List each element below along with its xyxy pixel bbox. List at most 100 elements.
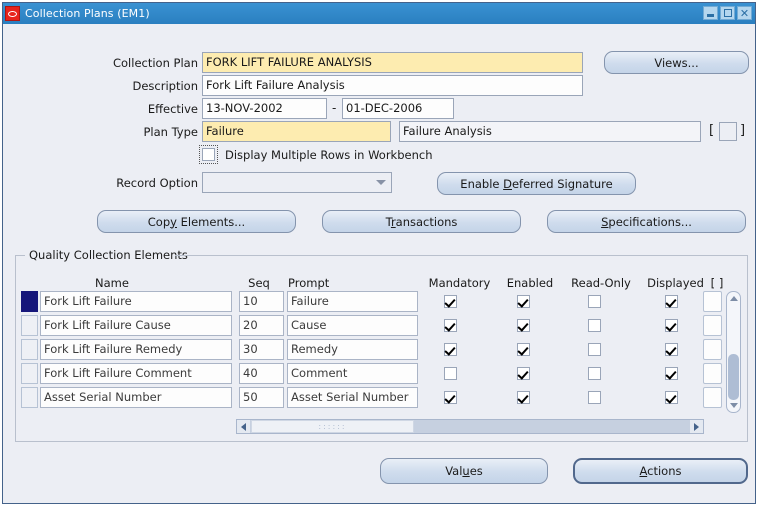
window-client-area: Collection Plan FORK LIFT FAILURE ANALYS…: [3, 24, 755, 503]
horizontal-scrollbar-thumb[interactable]: ::::::: [251, 420, 414, 433]
scroll-right-icon[interactable]: [690, 420, 703, 433]
cell-checkbox-mandatory[interactable]: [444, 343, 457, 356]
plan-type-bracket-close: ]: [740, 123, 746, 138]
cell-prompt[interactable]: Failure: [287, 291, 418, 312]
cell-extra-flex-field[interactable]: [703, 291, 722, 312]
cell-name[interactable]: Asset Serial Number: [40, 387, 232, 408]
actions-button[interactable]: Actions: [573, 458, 748, 484]
cell-name[interactable]: Fork Lift Failure Remedy: [40, 339, 232, 360]
scroll-down-icon[interactable]: [727, 399, 740, 412]
cell-extra-flex-field[interactable]: [703, 363, 722, 384]
scroll-left-icon[interactable]: [237, 420, 250, 433]
cell-checkbox-enabled[interactable]: [517, 367, 530, 380]
cell-seq[interactable]: 20: [239, 315, 284, 336]
cell-checkbox-displayed[interactable]: [665, 343, 678, 356]
row-selector[interactable]: [21, 387, 38, 408]
cell-extra-flex-field[interactable]: [703, 315, 722, 336]
cell-extra-flex-field[interactable]: [703, 387, 722, 408]
specifications-label: Specifications...: [601, 214, 692, 229]
scroll-up-icon[interactable]: [727, 292, 740, 305]
vertical-scrollbar-thumb[interactable]: [728, 354, 739, 400]
collection-plan-label: Collection Plan: [112, 56, 198, 70]
cell-name[interactable]: Fork Lift Failure Cause: [40, 315, 232, 336]
cell-prompt[interactable]: Cause: [287, 315, 418, 336]
cell-prompt[interactable]: Remedy: [287, 339, 418, 360]
column-header-seq: Seq: [248, 276, 270, 290]
cell-seq[interactable]: 50: [239, 387, 284, 408]
effective-to-input[interactable]: 01-DEC-2006: [342, 98, 454, 119]
cell-checkbox-read-only[interactable]: [588, 319, 601, 332]
values-label: Values: [445, 464, 483, 478]
cell-checkbox-enabled[interactable]: [517, 295, 530, 308]
effective-label: Effective: [147, 102, 198, 116]
copy-elements-button[interactable]: Copy Elements...: [97, 210, 296, 233]
transactions-label: Transactions: [385, 214, 458, 229]
collection-plans-window: Collection Plans (EM1) ✕ Collection Plan…: [2, 2, 756, 504]
cell-checkbox-mandatory[interactable]: [444, 319, 457, 332]
window-title: Collection Plans (EM1): [25, 7, 150, 20]
plan-type-label: Plan Type: [143, 125, 198, 139]
cell-seq[interactable]: 40: [239, 363, 284, 384]
enable-deferred-signature-button[interactable]: Enable Deferred Signature: [437, 172, 636, 195]
plan-type-code-input[interactable]: Failure: [202, 121, 391, 142]
column-header-name: Name: [95, 276, 129, 290]
row-selector[interactable]: [21, 291, 38, 312]
cell-prompt[interactable]: Asset Serial Number: [287, 387, 418, 408]
cell-checkbox-displayed[interactable]: [665, 295, 678, 308]
row-selector[interactable]: [21, 315, 38, 336]
record-option-label: Record Option: [116, 176, 198, 190]
cell-checkbox-mandatory[interactable]: [444, 391, 457, 404]
column-header-prompt: Prompt: [288, 276, 330, 290]
cell-checkbox-read-only[interactable]: [588, 295, 601, 308]
plan-type-description-field: Failure Analysis: [399, 121, 701, 142]
window-controls: ✕: [703, 6, 752, 20]
plan-type-lov-button[interactable]: [719, 122, 737, 141]
transactions-button[interactable]: Transactions: [322, 210, 521, 233]
minimize-button[interactable]: [703, 6, 718, 20]
table-vertical-scrollbar[interactable]: [726, 291, 741, 413]
title-bar: Collection Plans (EM1) ✕: [3, 3, 755, 24]
column-header-displayed: Displayed: [647, 276, 704, 290]
scrollbar-grip-icon: ::::::: [318, 422, 347, 431]
column-header-enabled: Enabled: [506, 276, 554, 290]
cell-checkbox-enabled[interactable]: [517, 319, 530, 332]
specifications-button[interactable]: Specifications...: [547, 210, 746, 233]
oracle-logo-icon: [5, 6, 20, 21]
cell-checkbox-enabled[interactable]: [517, 391, 530, 404]
cell-seq[interactable]: 30: [239, 339, 284, 360]
cell-checkbox-read-only[interactable]: [588, 391, 601, 404]
column-header-mandatory: Mandatory: [428, 276, 491, 290]
enable-deferred-signature-label: Enable Deferred Signature: [460, 176, 613, 191]
cell-checkbox-read-only[interactable]: [588, 367, 601, 380]
views-button[interactable]: Views...: [604, 51, 749, 74]
description-label: Description: [132, 79, 199, 93]
cell-seq[interactable]: 10: [239, 291, 284, 312]
column-header-extra: [ ]: [710, 276, 724, 290]
collection-plan-input[interactable]: FORK LIFT FAILURE ANALYSIS: [202, 52, 583, 73]
cell-checkbox-displayed[interactable]: [665, 391, 678, 404]
record-option-select[interactable]: [202, 172, 392, 193]
cell-checkbox-enabled[interactable]: [517, 343, 530, 356]
chevron-down-icon: [376, 180, 386, 185]
cell-checkbox-displayed[interactable]: [665, 367, 678, 380]
cell-prompt[interactable]: Comment: [287, 363, 418, 384]
cell-name[interactable]: Fork Lift Failure Comment: [40, 363, 232, 384]
cell-checkbox-mandatory[interactable]: [444, 295, 457, 308]
plan-type-bracket-open: [: [709, 123, 715, 138]
cell-name[interactable]: Fork Lift Failure: [40, 291, 232, 312]
description-input[interactable]: Fork Lift Failure Analysis: [202, 75, 583, 96]
maximize-button[interactable]: [720, 6, 735, 20]
effective-from-input[interactable]: 13-NOV-2002: [202, 98, 327, 119]
row-selector[interactable]: [21, 363, 38, 384]
values-button[interactable]: Values: [380, 458, 548, 484]
cell-checkbox-displayed[interactable]: [665, 319, 678, 332]
cell-checkbox-read-only[interactable]: [588, 343, 601, 356]
cell-extra-flex-field[interactable]: [703, 339, 722, 360]
cell-checkbox-mandatory[interactable]: [444, 367, 457, 380]
table-horizontal-scrollbar[interactable]: ::::::: [236, 419, 704, 434]
close-icon[interactable]: ✕: [737, 6, 752, 20]
display-multiple-rows-checkbox[interactable]: [199, 145, 218, 164]
effective-range-dash: -: [332, 101, 337, 115]
actions-label: Actions: [639, 464, 682, 478]
row-selector[interactable]: [21, 339, 38, 360]
